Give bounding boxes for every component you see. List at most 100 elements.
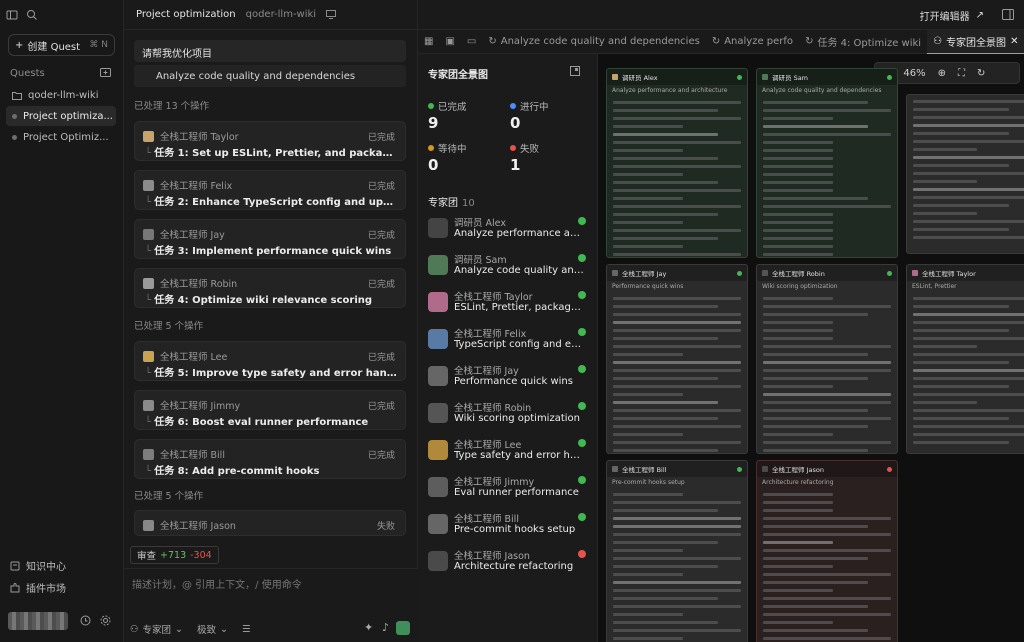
image-icon[interactable]: ▣ [439,30,460,54]
settings-gear-icon[interactable] [100,615,111,626]
team-member[interactable]: 全栈工程师 Bill Pre-commit hooks setup [426,508,592,544]
book-icon [10,561,20,571]
reset-icon[interactable]: ↻ [977,68,985,79]
status-badge: 已完成 [367,280,395,290]
team-member[interactable]: 全栈工程师 Robin Wiki scoring optimization [426,397,592,433]
agent-card[interactable]: 全栈工程师 Robin Wiki scoring optimization [756,264,898,454]
send-button[interactable] [396,621,410,635]
task-card[interactable]: 全栈工程师 Robin 已完成 任务 4: Optimize wiki rele… [134,268,406,308]
check-icon [578,476,586,484]
status-badge: 已完成 [367,133,395,143]
agent-avatar [762,270,768,276]
fit-screen-icon[interactable]: ⛶ [958,68,965,79]
agent-avatar [428,218,448,238]
overview-title: 专家团全景图 [428,70,488,81]
refresh-icon: ↻ [711,36,721,47]
task-card[interactable]: 全栈工程师 Lee 已完成 任务 5: Improve type safety … [134,341,406,381]
chat-input[interactable]: 描述计划，@ 引用上下文，/ 使用命令 ⚇ 专家团 ⌄ 极致 ⌄ ☰ ✦ ♪ [124,568,418,642]
processed-count[interactable]: 已处理 5 个操作 [134,318,203,332]
new-quest-button[interactable]: + 创建 Quest ⌘ N [8,34,115,56]
team-member[interactable]: 全栈工程师 Jay Performance quick wins [426,360,592,396]
team-member[interactable]: 全栈工程师 LeeType safety and error handling [426,434,592,470]
agent-card[interactable]: 全栈工程师 Bill Pre-commit hooks setup [606,460,748,642]
sidebar-item-qoder-llm-wiki[interactable]: qoder-llm-wiki [6,85,116,105]
input-placeholder: 描述计划，@ 引用上下文，/ 使用命令 [132,580,302,591]
check-icon [887,74,892,80]
mode-selector[interactable]: ⚇ 专家团 ⌄ [130,622,184,637]
review-diff-badge[interactable]: 审查 +713 -304 [130,546,219,564]
team-icon: ⚇ [130,623,139,635]
check-icon [578,328,586,336]
team-member[interactable]: 全栈工程师 TaylorESLint, Prettier, package.js… [426,286,592,322]
open-editor-button[interactable]: 打开编辑器 ↗ [920,8,984,23]
agent-avatar [143,130,154,142]
user-avatar[interactable] [8,612,68,630]
check-icon [578,291,586,299]
plugin-market-link[interactable]: 插件市场 [10,580,66,595]
agent-card[interactable]: 全栈工程师 Taylor ESLint, Prettier [906,264,1024,454]
agent-avatar [143,350,154,362]
sparkle-icon[interactable]: ✦ [364,621,373,634]
sidebar-item-project-optimization-2[interactable]: Project Optimiz... [6,127,116,147]
search-icon[interactable] [26,9,38,21]
check-icon [578,513,586,521]
microphone-icon[interactable]: ♪ [382,621,389,634]
map-icon[interactable]: ▦ [418,30,439,54]
task-card[interactable]: 全栈工程师 Jimmy 已完成 任务 6: Boost eval runner … [134,390,406,430]
team-member[interactable]: 调研员 AlexAnalyze performance and archit..… [426,212,592,248]
stat-failed: 失败 [510,141,539,155]
task-card[interactable]: 全栈工程师 Felix 已完成 任务 2: Enhance TypeScript… [134,170,406,210]
task-card[interactable]: 全栈工程师 Taylor 已完成 任务 1: Set up ESLint, Pr… [134,121,406,161]
agent-avatar [143,399,154,411]
sidebar-item-project-optimization[interactable]: Project optimiza... [6,106,116,126]
team-member[interactable]: 全栈工程师 Jason Architecture refactoring [426,545,592,581]
team-member[interactable]: 全栈工程师 Jimmy Eval runner performance [426,471,592,507]
agent-card[interactable]: 调研员 Alex Analyze performance and archite… [606,68,748,258]
tab-analyze-code[interactable]: ↻ Analyze code quality and dependencies [482,30,705,54]
status-badge: 失败 [376,522,395,532]
zoom-in-icon[interactable]: ⊕ [938,68,946,79]
terminal-icon[interactable]: ▭ [461,30,482,54]
task-card[interactable]: 全栈工程师 Jason 失败 [134,510,406,536]
external-link-icon: ↗ [975,10,984,21]
knowledge-center-link[interactable]: 知识中心 [10,558,66,573]
agent-card[interactable]: 调研员 Sam Analyze code quality and depende… [756,68,898,258]
check-icon [578,365,586,373]
level-selector[interactable]: 极致 ⌄ [197,622,228,637]
stat-waiting-value: 0 [428,156,439,174]
tab-task-4[interactable]: ↻ 任务 4: Optimize wiki [799,30,927,54]
agent-card[interactable]: 全栈工程师 Jason Architecture refactoring [756,460,898,642]
processed-count[interactable]: 已处理 5 个操作 [134,488,203,502]
close-icon[interactable]: ✕ [1010,36,1018,47]
agent-card[interactable] [906,94,1024,254]
team-member[interactable]: 全栈工程师 FelixTypeScript config and env doc… [426,323,592,359]
agent-avatar [143,519,154,531]
analysis-step[interactable]: Analyze code quality and dependencies [134,65,406,87]
collapse-panel-icon[interactable] [570,66,580,76]
chevron-down-icon: ⌄ [175,623,184,635]
add-folder-icon[interactable] [100,67,111,77]
agent-avatar [428,255,448,275]
refresh-icon: ↻ [805,36,814,47]
agent-avatar [612,74,618,80]
panel-toggle-icon[interactable] [1002,9,1014,20]
task-title: 任务 6: Boost eval runner performance [145,413,399,428]
zoom-level: 46% [903,67,926,79]
processed-count[interactable]: 已处理 13 个操作 [134,98,209,112]
sliders-icon[interactable]: ☰ [242,624,251,635]
sidebar-toggle-icon[interactable] [6,9,18,21]
task-card[interactable]: 全栈工程师 Bill 已完成 任务 8: Add pre-commit hook… [134,439,406,479]
repo-name: qoder-llm-wiki [245,9,317,20]
task-card[interactable]: 全栈工程师 Jay 已完成 任务 3: Implement performanc… [134,219,406,259]
history-icon[interactable] [80,615,91,626]
agent-avatar [428,477,448,497]
agent-avatar [762,74,768,80]
agent-card[interactable]: 全栈工程师 Jay Performance quick wins [606,264,748,454]
overview-panel: 专家团全景图 已完成 9 进行中 0 等待中 0 失败 1 专家团 10 调研员 … [418,54,598,642]
overview-canvas[interactable]: ⊖ 46% ⊕ ⛶ ↻ 调研员 Alex Analyze performance… [598,54,1024,642]
status-dot-icon [12,134,17,140]
team-member[interactable]: 调研员 SamAnalyze code quality and depen... [426,249,592,285]
tab-analyze-perf[interactable]: ↻ Analyze perfo [706,30,799,54]
agent-avatar [612,466,618,472]
tab-expert-overview[interactable]: ⚇ 专家团全景图 ✕ [927,29,1024,54]
